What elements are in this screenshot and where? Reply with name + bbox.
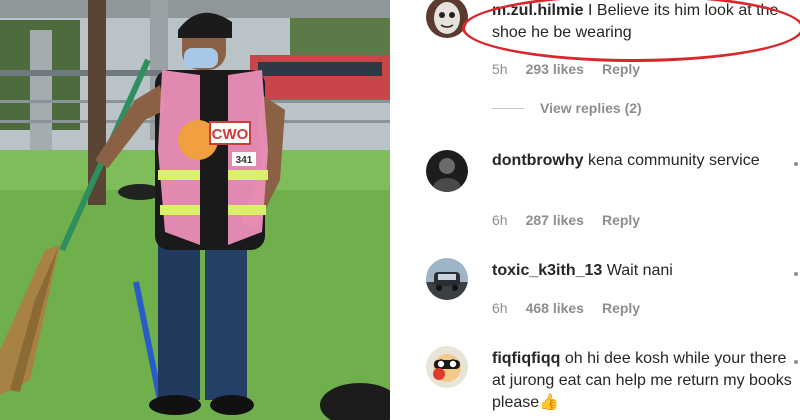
comment-time[interactable]: 5h — [492, 61, 508, 77]
comment-body: kena community service — [588, 152, 760, 169]
mask-avatar-icon[interactable] — [426, 0, 468, 38]
comment-text: toxic_k3ith_13 Wait nani — [492, 260, 796, 282]
comment-text: dontbrowhy kena community service — [492, 150, 796, 172]
comment-username[interactable]: dontbrowhy — [492, 152, 584, 169]
comment-time[interactable]: 6h — [492, 300, 508, 316]
comment-body: Wait nani — [606, 262, 673, 279]
comment-text: fiqfiqfiqq oh hi dee kosh while your the… — [492, 348, 796, 414]
options-dot-icon[interactable] — [794, 162, 798, 166]
cartoon-avatar-icon[interactable] — [426, 346, 468, 388]
view-replies-label[interactable]: View replies (2) — [540, 100, 642, 116]
comment-likes[interactable]: 468 likes — [526, 300, 584, 316]
badge-number: 341 — [236, 155, 253, 166]
comment-meta: 6h 287 likes Reply — [492, 212, 640, 228]
view-replies-button[interactable]: View replies (2) — [492, 100, 642, 116]
view-replies-line — [492, 107, 524, 109]
options-dot-icon[interactable] — [794, 272, 798, 276]
comment-likes[interactable]: 293 likes — [526, 61, 584, 77]
news-photo: CWO 341 — [0, 0, 390, 420]
comment-username[interactable]: toxic_k3ith_13 — [492, 262, 602, 279]
reply-button[interactable]: Reply — [602, 61, 640, 77]
reply-button[interactable]: Reply — [602, 212, 640, 228]
photo-illustration: CWO 341 — [0, 0, 390, 420]
vest-text: CWO — [212, 126, 249, 143]
comment-meta: 5h 293 likes Reply — [492, 61, 640, 77]
comment-likes[interactable]: 287 likes — [526, 212, 584, 228]
car-avatar-icon[interactable] — [426, 258, 468, 300]
comment-time[interactable]: 6h — [492, 212, 508, 228]
comment-meta: 6h 468 likes Reply — [492, 300, 640, 316]
reply-button[interactable]: Reply — [602, 300, 640, 316]
options-dot-icon[interactable] — [794, 360, 798, 364]
comments-panel: m.zul.hilmie I Believe its him look at t… — [396, 0, 800, 420]
comment-username[interactable]: fiqfiqfiqq — [492, 350, 560, 367]
dark-avatar-icon[interactable] — [426, 150, 468, 192]
